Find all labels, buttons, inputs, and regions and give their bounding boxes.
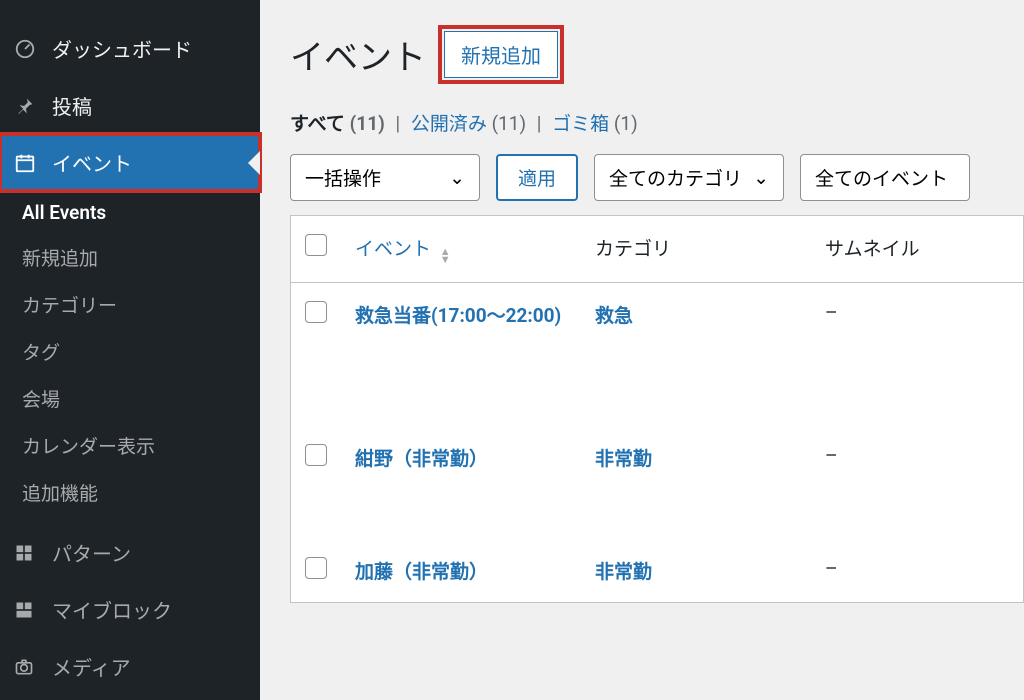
status-all[interactable]: すべて (11) bbox=[290, 112, 385, 135]
row-checkbox[interactable] bbox=[305, 301, 327, 323]
sidebar-item-label: 投稿 bbox=[52, 91, 92, 120]
status-published[interactable]: 公開済み (11) bbox=[411, 112, 526, 135]
status-trash[interactable]: ゴミ箱 (1) bbox=[552, 112, 638, 135]
grid-icon bbox=[14, 543, 42, 563]
camera-icon bbox=[14, 657, 42, 677]
submenu-item-venues[interactable]: 会場 bbox=[0, 375, 260, 422]
sidebar-item-myblocks[interactable]: マイブロック bbox=[0, 581, 260, 638]
sidebar-item-label: パターン bbox=[52, 538, 131, 567]
sidebar-item-media[interactable]: メディア bbox=[0, 638, 260, 695]
apply-button[interactable]: 適用 bbox=[496, 154, 578, 201]
event-category-link[interactable]: 非常勤 bbox=[595, 447, 652, 470]
calendar-icon bbox=[14, 152, 42, 174]
events-table: イベント ▲▼ カテゴリ サムネイル 救急当番(17:00〜22:00) 救急 … bbox=[290, 215, 1024, 603]
page-title: イベント bbox=[290, 30, 426, 79]
table-row bbox=[291, 346, 1024, 426]
event-category-link[interactable]: 救急 bbox=[595, 304, 633, 327]
sidebar-item-label: マイブロック bbox=[52, 595, 172, 624]
list-filters: 一括操作 ⌄ 適用 全てのカテゴリ ⌄ 全てのイベント bbox=[290, 154, 1024, 201]
column-header-title[interactable]: イベント ▲▼ bbox=[341, 216, 581, 283]
event-category-link[interactable]: 非常勤 bbox=[595, 560, 652, 583]
sidebar-item-posts[interactable]: 投稿 bbox=[0, 77, 260, 134]
thumbnail-empty: – bbox=[825, 557, 837, 580]
table-row: 紺野（非常勤） 非常勤 – bbox=[291, 426, 1024, 489]
table-row bbox=[291, 489, 1024, 539]
event-filter-select[interactable]: 全てのイベント bbox=[800, 154, 970, 201]
column-header-thumbnail: サムネイル bbox=[811, 216, 1024, 283]
sidebar-item-events[interactable]: イベント bbox=[0, 134, 260, 191]
submenu-item-add-new[interactable]: 新規追加 bbox=[0, 234, 260, 281]
select-all-checkbox[interactable] bbox=[305, 234, 327, 256]
submenu-item-calendar-view[interactable]: カレンダー表示 bbox=[0, 422, 260, 469]
sidebar-item-dashboard[interactable]: ダッシュボード bbox=[0, 20, 260, 77]
admin-sidebar: ダッシュボード 投稿 イベント All Events 新規追加 カテゴリー タグ… bbox=[0, 0, 260, 700]
event-title-link[interactable]: 救急当番(17:00〜22:00) bbox=[355, 304, 561, 327]
thumbnail-empty: – bbox=[825, 301, 837, 324]
category-filter-select[interactable]: 全てのカテゴリ ⌄ bbox=[594, 154, 784, 201]
sidebar-item-label: メディア bbox=[52, 652, 131, 681]
bulk-action-select[interactable]: 一括操作 ⌄ bbox=[290, 154, 480, 201]
sidebar-item-label: ダッシュボード bbox=[52, 34, 192, 63]
page-header: イベント 新規追加 bbox=[290, 30, 1024, 79]
sort-icon: ▲▼ bbox=[440, 248, 451, 264]
sidebar-item-label: イベント bbox=[52, 148, 132, 177]
main-content: イベント 新規追加 すべて (11) | 公開済み (11) | ゴミ箱 (1)… bbox=[260, 0, 1024, 700]
event-title-link[interactable]: 紺野（非常勤） bbox=[355, 447, 488, 470]
event-title-link[interactable]: 加藤（非常勤） bbox=[355, 560, 488, 583]
submenu-item-all-events[interactable]: All Events bbox=[0, 191, 260, 234]
submenu-item-tags[interactable]: タグ bbox=[0, 328, 260, 375]
table-row: 加藤（非常勤） 非常勤 – bbox=[291, 539, 1024, 603]
chevron-down-icon: ⌄ bbox=[753, 166, 769, 189]
pin-icon bbox=[14, 95, 42, 117]
status-filter-links: すべて (11) | 公開済み (11) | ゴミ箱 (1) bbox=[290, 109, 1024, 136]
submenu-item-additional-features[interactable]: 追加機能 bbox=[0, 469, 260, 516]
column-header-category: カテゴリ bbox=[581, 216, 811, 283]
row-checkbox[interactable] bbox=[305, 557, 327, 579]
dashboard-icon bbox=[14, 38, 42, 60]
thumbnail-empty: – bbox=[825, 444, 837, 467]
row-checkbox[interactable] bbox=[305, 444, 327, 466]
add-new-button[interactable]: 新規追加 bbox=[444, 31, 558, 78]
submenu-item-categories[interactable]: カテゴリー bbox=[0, 281, 260, 328]
blocks-icon bbox=[14, 600, 42, 620]
table-row: 救急当番(17:00〜22:00) 救急 – bbox=[291, 283, 1024, 347]
events-submenu: All Events 新規追加 カテゴリー タグ 会場 カレンダー表示 追加機能 bbox=[0, 191, 260, 516]
chevron-down-icon: ⌄ bbox=[449, 166, 465, 189]
sidebar-item-patterns[interactable]: パターン bbox=[0, 524, 260, 581]
